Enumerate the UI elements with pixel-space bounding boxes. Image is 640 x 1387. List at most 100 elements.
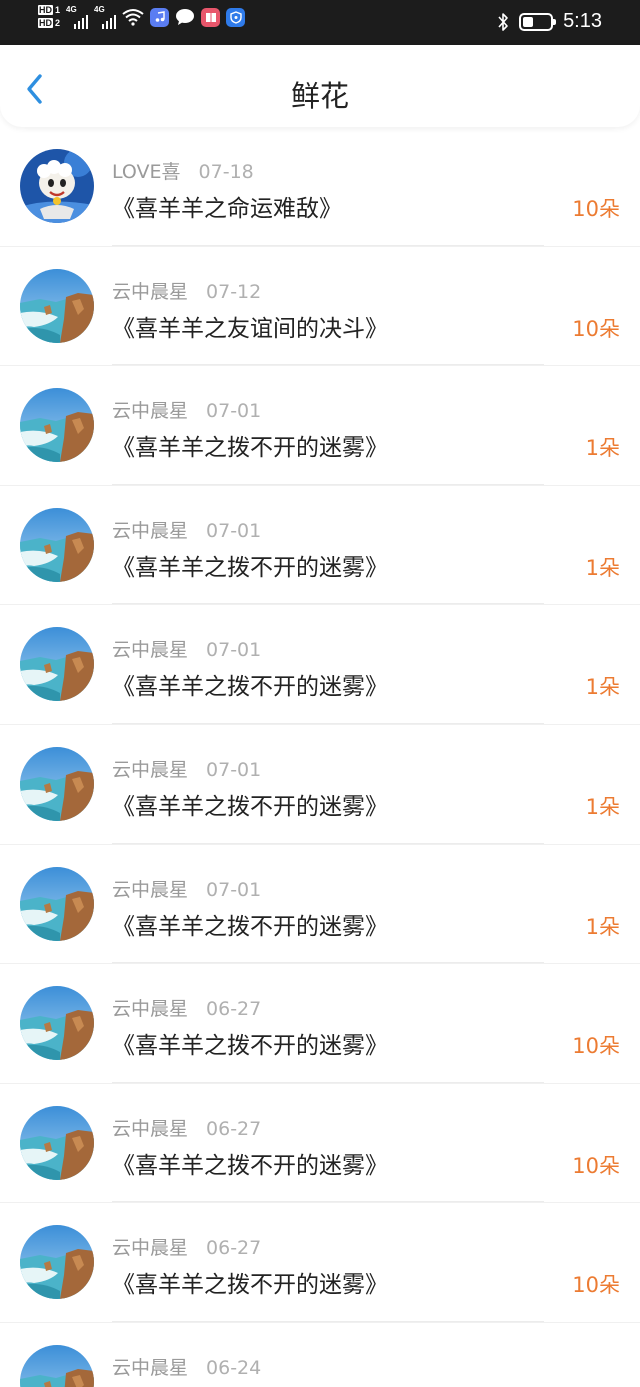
page-title: 鲜花 [290, 79, 349, 113]
row-divider [112, 603, 544, 605]
coast-avatar-image [20, 1344, 94, 1387]
list-item[interactable]: 云中晨星 07-01 《喜羊羊之拨不开的迷雾》 1朵 [0, 845, 640, 965]
item-title: 《喜羊羊之拨不开的迷雾》 [112, 435, 388, 462]
row-divider [112, 364, 544, 366]
list-item[interactable]: 云中晨星 06-27 《喜羊羊之拨不开的迷雾》 10朵 [0, 964, 640, 1084]
avatar[interactable] [20, 1105, 94, 1180]
music-app-icon [150, 7, 170, 27]
item-title: 《喜羊羊之拨不开的迷雾》 [112, 1033, 388, 1060]
bluetooth-icon [498, 12, 508, 31]
app-header: 鲜花 [0, 45, 640, 127]
avatar[interactable] [20, 388, 94, 463]
coast-avatar-image [20, 388, 94, 463]
list-item[interactable]: 云中晨星 06-27 《喜羊羊之拨不开的迷雾》 10朵 [0, 1084, 640, 1204]
name-line: 云中晨星 06-27 [112, 994, 261, 1021]
row-divider [112, 1320, 544, 1322]
item-title: 《喜羊羊之友谊间的决斗》 [112, 315, 388, 342]
coast-avatar-image [20, 746, 94, 821]
flower-count: 10朵 [572, 1153, 620, 1178]
status-bar: HD 1 HD 2 4G 4G 5:13 [0, 0, 640, 45]
wifi-icon [122, 9, 144, 26]
shield-app-icon [226, 7, 246, 27]
item-title: 《喜羊羊之拨不开的迷雾》 [112, 913, 388, 940]
name-line: 云中晨星 07-01 [112, 755, 261, 782]
item-date: 06-27 [206, 1237, 262, 1260]
name-line: 云中晨星 07-01 [112, 396, 261, 423]
item-date: 07-01 [206, 519, 262, 542]
user-name: 云中晨星 [112, 519, 189, 542]
item-title: 《喜羊羊之拨不开的迷雾》 [112, 554, 388, 581]
user-name: 云中晨星 [112, 400, 189, 423]
list-item[interactable]: 云中晨星 07-12 《喜羊羊之友谊间的决斗》 10朵 [0, 247, 640, 367]
row-divider [112, 1081, 544, 1083]
row-divider [112, 483, 544, 485]
name-line: LOVE喜 07-18 [112, 157, 254, 184]
user-name: 云中晨星 [112, 280, 189, 303]
user-name: 云中晨星 [112, 1117, 189, 1140]
user-name: 云中晨星 [112, 878, 189, 901]
sim-indicators: HD 1 HD 2 [38, 5, 60, 29]
item-date: 07-18 [198, 161, 254, 183]
item-date: 07-01 [206, 758, 262, 781]
user-name: 云中晨星 [112, 998, 189, 1021]
list-item[interactable]: 云中晨星 07-01 《喜羊羊之拨不开的迷雾》 1朵 [0, 366, 640, 486]
avatar[interactable] [20, 268, 94, 343]
coast-avatar-image [20, 1225, 94, 1300]
flower-count: 10朵 [572, 1034, 620, 1059]
flower-count: 1朵 [585, 675, 620, 700]
flower-count: 1朵 [585, 436, 620, 461]
row-divider [112, 962, 544, 964]
user-name: 云中晨星 [112, 758, 189, 781]
avatar[interactable] [20, 1344, 94, 1387]
item-title: 《喜羊羊之拨不开的迷雾》 [112, 674, 388, 701]
user-name: LOVE喜 [112, 161, 181, 183]
avatar[interactable] [20, 149, 94, 223]
avatar[interactable] [20, 986, 94, 1061]
coast-avatar-image [20, 268, 94, 343]
flower-count: 1朵 [585, 555, 620, 580]
list-item[interactable]: LOVE喜 07-18 《喜羊羊之命运难敌》 10朵 [0, 127, 640, 247]
list-item[interactable]: 云中晨星 07-01 《喜羊羊之拨不开的迷雾》 1朵 [0, 486, 640, 606]
list-item[interactable]: 云中晨星 07-01 《喜羊羊之拨不开的迷雾》 1朵 [0, 725, 640, 845]
flower-count: 10朵 [572, 197, 620, 221]
flower-count: 1朵 [585, 914, 620, 939]
signal-icon: 4G [66, 5, 89, 29]
item-date: 06-27 [206, 998, 262, 1021]
item-date: 07-01 [206, 878, 262, 901]
item-date: 07-01 [206, 639, 262, 662]
item-date: 07-12 [206, 280, 262, 303]
flower-count: 1朵 [585, 794, 620, 819]
flower-count: 10朵 [572, 1273, 620, 1298]
avatar[interactable] [20, 507, 94, 582]
name-line: 云中晨星 06-24 [112, 1353, 261, 1380]
message-bubble-icon [176, 9, 195, 25]
list-item[interactable]: 云中晨星 06-24 [0, 1323, 640, 1387]
user-name: 云中晨星 [112, 1237, 189, 1260]
row-divider [112, 722, 544, 724]
list-item[interactable]: 云中晨星 06-27 《喜羊羊之拨不开的迷雾》 10朵 [0, 1203, 640, 1323]
status-time: 5:13 [563, 10, 602, 32]
name-line: 云中晨星 07-01 [112, 516, 261, 543]
item-title: 《喜羊羊之拨不开的迷雾》 [112, 793, 388, 820]
flower-list: LOVE喜 07-18 《喜羊羊之命运难敌》 10朵 云中晨星 07-12 《喜… [0, 127, 640, 1387]
item-title: 《喜羊羊之拨不开的迷雾》 [112, 1272, 388, 1299]
item-date: 07-01 [206, 400, 262, 423]
coast-avatar-image [20, 507, 94, 582]
avatar[interactable] [20, 627, 94, 702]
signal-icon-2: 4G [94, 5, 117, 29]
name-line: 云中晨星 07-12 [112, 277, 261, 304]
user-name: 云中晨星 [112, 1356, 189, 1379]
name-line: 云中晨星 06-27 [112, 1114, 261, 1141]
item-date: 06-27 [206, 1117, 262, 1140]
avatar[interactable] [20, 866, 94, 941]
sim1-indicator: HD 1 [38, 5, 61, 15]
list-item[interactable]: 云中晨星 07-01 《喜羊羊之拨不开的迷雾》 1朵 [0, 605, 640, 725]
book-app-icon [201, 7, 221, 27]
status-right: 5:13 [497, 10, 602, 33]
coast-avatar-image [20, 627, 94, 702]
avatar[interactable] [20, 746, 94, 821]
item-title: 《喜羊羊之拨不开的迷雾》 [112, 1152, 388, 1179]
avatar[interactable] [20, 1225, 94, 1300]
row-divider [112, 244, 544, 246]
user-name: 云中晨星 [112, 639, 189, 662]
